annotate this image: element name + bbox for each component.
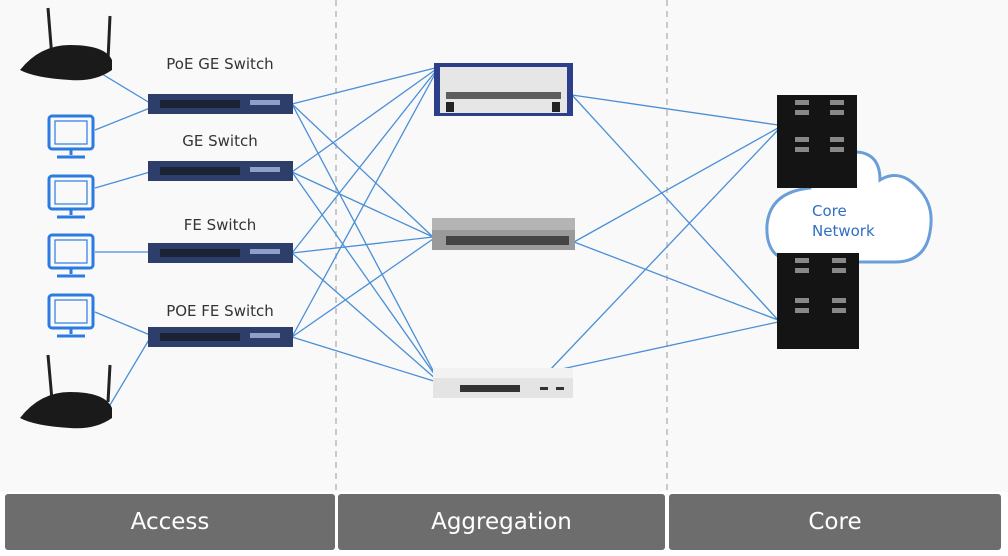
switch-label: FE Switch (184, 216, 256, 234)
switch-label: PoE GE Switch (166, 55, 273, 73)
tier-core: Core (669, 494, 1001, 550)
core-router-icon (777, 95, 857, 188)
cloud-label-line2: Network (812, 222, 875, 240)
chassis-switch-icon (434, 63, 573, 116)
access-switch-icon (148, 327, 293, 347)
switch-label: POE FE Switch (166, 302, 274, 320)
access-switch-icon (148, 94, 293, 114)
aggregation-switch-icon (433, 368, 573, 398)
cloud-label-line1: Core (812, 202, 847, 220)
aggregation-switch-icon (432, 218, 575, 250)
tier-access: Access (5, 494, 335, 550)
network-diagram: PoE GE Switch GE Switch FE Switch POE FE… (0, 0, 1008, 492)
core-router-icon (777, 253, 859, 349)
switch-label: GE Switch (182, 132, 257, 150)
tier-aggregation: Aggregation (338, 494, 665, 550)
access-switch-icon (148, 243, 293, 263)
access-switch-icon (148, 161, 293, 181)
